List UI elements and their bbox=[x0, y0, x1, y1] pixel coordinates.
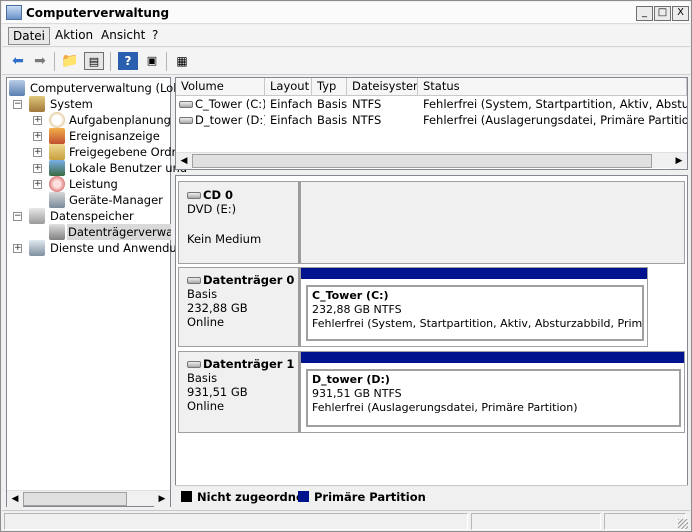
device-manager-icon bbox=[49, 192, 65, 208]
scroll-thumb[interactable] bbox=[192, 154, 652, 168]
status-pane bbox=[4, 513, 468, 530]
maximize-button[interactable]: □ bbox=[654, 6, 671, 21]
partition-c[interactable]: C_Tower (C:) 232,88 GB NTFS Fehlerfrei (… bbox=[300, 267, 648, 347]
menu-datei[interactable]: Datei bbox=[8, 27, 51, 45]
forward-arrow-icon[interactable]: ➡ bbox=[30, 52, 50, 70]
expand-icon[interactable]: + bbox=[33, 180, 42, 189]
disk-graphical-view: CD 0 DVD (E:) Kein Medium Datenträger 0 … bbox=[175, 175, 688, 507]
status-pane bbox=[604, 513, 686, 530]
clock-icon bbox=[49, 112, 65, 128]
menu-help[interactable]: ? bbox=[148, 27, 162, 45]
expand-icon[interactable]: + bbox=[33, 116, 42, 125]
scroll-right-icon[interactable]: ▶ bbox=[671, 153, 687, 169]
primary-partition-bar bbox=[301, 352, 684, 363]
scroll-left-icon[interactable]: ◀ bbox=[176, 153, 192, 169]
navigation-tree: Computerverwaltung (Lokal) − System + Au… bbox=[6, 77, 198, 507]
minimize-button[interactable]: _ bbox=[636, 6, 653, 21]
close-button[interactable]: X bbox=[672, 6, 689, 21]
status-pane bbox=[471, 513, 601, 530]
menu-aktion[interactable]: Aktion bbox=[51, 27, 97, 45]
menu-ansicht[interactable]: Ansicht bbox=[97, 27, 149, 45]
tree-horizontal-scrollbar[interactable]: ◀ ▶ bbox=[7, 490, 170, 507]
legend-swatch-unallocated bbox=[181, 491, 192, 502]
expand-icon[interactable]: + bbox=[33, 132, 42, 141]
volume-horizontal-scrollbar[interactable]: ◀ ▶ bbox=[176, 152, 687, 169]
disk-management-icon bbox=[49, 224, 65, 240]
storage-icon bbox=[29, 208, 45, 224]
show-tree-icon[interactable]: ▤ bbox=[84, 52, 104, 70]
collapse-icon[interactable]: − bbox=[13, 100, 22, 109]
partition-d[interactable]: D_tower (D:) 931,51 GB NTFS Fehlerfrei (… bbox=[300, 351, 685, 433]
col-volume[interactable]: Volume bbox=[176, 78, 265, 96]
back-arrow-icon[interactable]: ⬅ bbox=[8, 52, 28, 70]
performance-icon bbox=[49, 176, 65, 192]
properties-view-icon[interactable]: ▣ bbox=[142, 52, 162, 70]
toolbar-separator bbox=[54, 52, 55, 71]
disk-label-disk0[interactable]: Datenträger 0 Basis 232,88 GB Online bbox=[178, 267, 300, 347]
cd0-empty-area bbox=[300, 181, 685, 264]
volume-list: Volume Layout Typ Dateisystem Status C_T… bbox=[175, 77, 688, 170]
expand-icon[interactable]: + bbox=[13, 244, 22, 253]
toolbar: ⬅ ➡ 📁 ▤ ? ▣ ▦ bbox=[2, 48, 690, 75]
legend-unallocated: Nicht zugeordnet bbox=[197, 490, 310, 504]
resize-grip-icon[interactable] bbox=[678, 519, 688, 529]
window-title: Computerverwaltung bbox=[26, 6, 170, 20]
users-icon bbox=[49, 160, 65, 176]
tree-item-disk-management[interactable]: Datenträgerverwaltu bbox=[49, 224, 171, 240]
disk-label-disk1[interactable]: Datenträger 1 Basis 931,51 GB Online bbox=[178, 351, 300, 433]
toolbar-separator bbox=[166, 52, 167, 71]
status-bar bbox=[2, 510, 690, 531]
cd-drive-icon bbox=[187, 192, 201, 199]
help-icon[interactable]: ? bbox=[118, 52, 138, 70]
disk-properties-icon[interactable]: ▦ bbox=[172, 52, 192, 70]
disk-icon bbox=[187, 361, 201, 368]
computer-management-window: Computerverwaltung _ □ X Datei Aktion An… bbox=[0, 0, 692, 532]
disk-icon bbox=[187, 277, 201, 284]
shared-folder-icon bbox=[49, 144, 65, 160]
scroll-thumb[interactable] bbox=[23, 492, 127, 506]
legend-swatch-primary bbox=[298, 491, 309, 502]
title-bar[interactable]: Computerverwaltung _ □ X bbox=[2, 2, 690, 24]
menu-bar: Datei Aktion Ansicht ? bbox=[2, 25, 690, 47]
volume-icon bbox=[179, 101, 193, 108]
volume-icon bbox=[179, 117, 193, 124]
scroll-left-icon[interactable]: ◀ bbox=[7, 491, 23, 507]
collapse-icon[interactable]: − bbox=[13, 212, 22, 221]
legend: Nicht zugeordnet Primäre Partition bbox=[175, 485, 688, 507]
primary-partition-bar bbox=[301, 268, 647, 279]
disk-name: CD 0 bbox=[187, 188, 233, 202]
toolbar-separator bbox=[110, 52, 111, 71]
legend-primary: Primäre Partition bbox=[314, 490, 426, 504]
col-filesystem[interactable]: Dateisystem bbox=[347, 78, 418, 96]
tools-icon bbox=[29, 96, 45, 112]
computer-management-icon bbox=[6, 5, 22, 20]
col-layout[interactable]: Layout bbox=[265, 78, 312, 96]
computer-icon bbox=[9, 80, 25, 96]
scroll-right-icon[interactable]: ▶ bbox=[154, 491, 170, 507]
disk-label-cd0[interactable]: CD 0 DVD (E:) Kein Medium bbox=[178, 181, 300, 264]
services-icon bbox=[29, 240, 45, 256]
up-folder-icon[interactable]: 📁 bbox=[60, 52, 80, 70]
expand-icon[interactable]: + bbox=[33, 164, 42, 173]
col-status[interactable]: Status bbox=[418, 78, 687, 96]
expand-icon[interactable]: + bbox=[33, 148, 42, 157]
col-type[interactable]: Typ bbox=[312, 78, 347, 96]
event-viewer-icon bbox=[49, 128, 65, 144]
